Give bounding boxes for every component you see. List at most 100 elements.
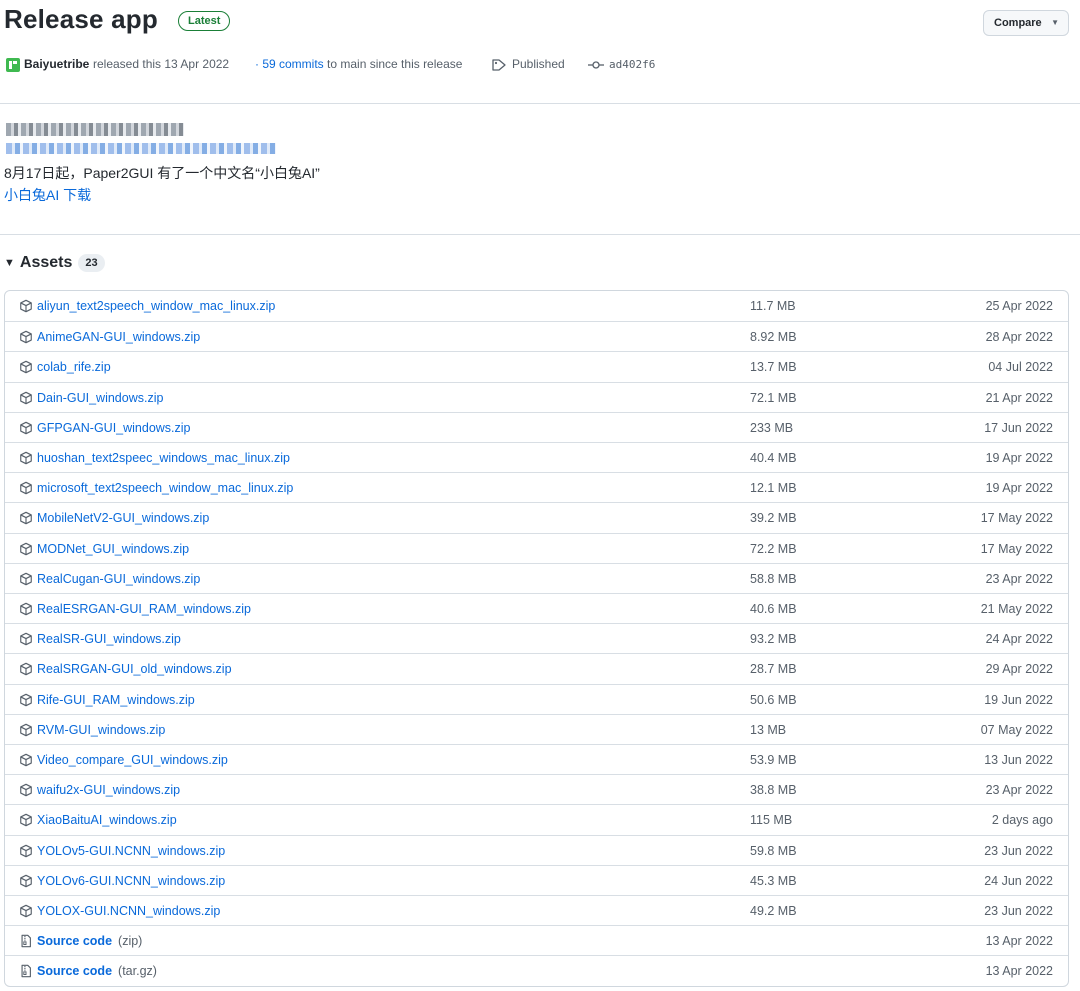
asset-date: 21 Apr 2022	[985, 390, 1053, 405]
package-icon	[20, 542, 32, 555]
compare-button[interactable]: Compare ▼	[983, 10, 1069, 36]
asset-link[interactable]: YOLOX-GUI.NCNN_windows.zip	[37, 904, 220, 918]
asset-date: 24 Jun 2022	[984, 873, 1053, 888]
asset-link[interactable]: colab_rife.zip	[37, 360, 111, 374]
asset-link[interactable]: huoshan_text2speec_windows_mac_linux.zip	[37, 451, 290, 465]
asset-row: Source code (zip) 13 Apr 2022	[5, 925, 1068, 955]
asset-size: 39.2 MB	[750, 511, 797, 526]
asset-size: 11.7 MB	[750, 299, 796, 313]
file-zip-icon	[21, 965, 31, 978]
asset-row: YOLOv5-GUI.NCNN_windows.zip 59.8 MB 23 Jun…	[5, 834, 1068, 865]
asset-date: 13 Apr 2022	[985, 964, 1053, 979]
asset-link[interactable]: Rife-GUI_RAM_windows.zip	[37, 693, 195, 707]
asset-format: (zip)	[118, 934, 143, 949]
asset-link[interactable]: GFPGAN-GUI_windows.zip	[37, 421, 191, 435]
package-icon	[20, 421, 32, 435]
package-icon	[20, 512, 32, 525]
asset-link[interactable]: RealESRGAN-GUI_RAM_windows.zip	[37, 602, 251, 616]
asset-size: 58.8 MB	[750, 571, 797, 586]
asset-date: 13 Jun 2022	[984, 753, 1053, 767]
asset-row: GFPGAN-GUI_windows.zip 233 MB 17 Jun 2022	[5, 411, 1068, 442]
asset-date: 19 Apr 2022	[985, 451, 1053, 465]
asset-row: RealSR-GUI_windows.zip 93.2 MB 24 Apr 2022	[5, 623, 1068, 653]
asset-size: 53.9 MB	[750, 753, 797, 767]
asset-date: 17 May 2022	[980, 541, 1053, 556]
asset-link[interactable]: Source code (zip)	[37, 934, 142, 948]
tag-icon	[492, 59, 506, 71]
package-icon	[20, 481, 32, 495]
asset-size: 45.3 MB	[750, 873, 797, 888]
asset-link[interactable]: microsoft_text2speech_window_mac_linux.z…	[37, 481, 293, 495]
asset-date: 21 May 2022	[980, 602, 1053, 616]
asset-row: RVM-GUI_windows.zip 13 MB 07 May 2022	[5, 713, 1068, 744]
asset-link[interactable]: AnimeGAN-GUI_windows.zip	[37, 330, 200, 344]
asset-link[interactable]: Video_compare_GUI_windows.zip	[37, 753, 228, 767]
asset-size: 38.8 MB	[750, 783, 797, 798]
asset-link[interactable]: YOLOv6-GUI.NCNN_windows.zip	[37, 874, 225, 888]
asset-row: colab_rife.zip 13.7 MB 04 Jul 2022	[5, 351, 1068, 381]
package-icon	[20, 451, 32, 465]
commits-link[interactable]: · 59 commits	[255, 57, 324, 71]
asset-link[interactable]: RealSR-GUI_windows.zip	[37, 632, 181, 646]
package-icon	[20, 299, 32, 313]
asset-row: microsoft_text2speech_window_mac_linux.z…	[5, 472, 1068, 502]
asset-row: MobileNetV2-GUI_windows.zip 39.2 MB 17 May…	[5, 502, 1068, 532]
asset-link[interactable]: Source code (tar.gz)	[37, 964, 157, 978]
asset-link[interactable]: waifu2x-GUI_windows.zip	[37, 783, 180, 797]
asset-row: Dain-GUI_windows.zip 72.1 MB 21 Apr 2022	[5, 381, 1068, 412]
chevron-down-icon: ▼	[1051, 18, 1059, 27]
asset-row: RealSRGAN-GUI_old_windows.zip 28.7 MB 29 A…	[5, 653, 1068, 683]
asset-date: 17 May 2022	[980, 511, 1053, 526]
asset-size: 233 MB	[750, 420, 794, 435]
asset-row: waifu2x-GUI_windows.zip 38.8 MB 23 Apr 202…	[5, 774, 1068, 804]
asset-date: 19 Jun 2022	[984, 692, 1053, 707]
assets-toggle[interactable]: ▼ Assets 23	[4, 254, 105, 273]
blurred-link	[6, 143, 276, 154]
asset-row: Video_compare_GUI_windows.zip 53.9 MB 13 J…	[5, 744, 1068, 774]
asset-size: 115 MB	[750, 813, 793, 828]
asset-date: 23 Apr 2022	[985, 783, 1053, 798]
avatar[interactable]	[6, 58, 20, 72]
asset-link[interactable]: MODNet_GUI_windows.zip	[37, 542, 189, 556]
asset-date: 19 Apr 2022	[985, 481, 1053, 496]
asset-link[interactable]: MobileNetV2-GUI_windows.zip	[37, 511, 209, 525]
asset-size: 72.2 MB	[750, 541, 797, 556]
released-text: released this 13 Apr 2022	[93, 57, 230, 71]
commit-sha-link[interactable]: ad402f6	[609, 58, 655, 71]
package-icon	[20, 753, 32, 767]
asset-link[interactable]: aliyun_text2speech_window_mac_linux.zip	[37, 299, 275, 313]
asset-row: AnimeGAN-GUI_windows.zip 8.92 MB 28 Apr 20…	[5, 321, 1068, 351]
release-header: Release app Latest Compare ▼ Baiyuetribe…	[0, 0, 1080, 95]
commits-suffix: to main since this release	[323, 57, 463, 71]
commits-info: · 59 commits to main since this release	[255, 57, 462, 71]
asset-size: 50.6 MB	[750, 692, 797, 707]
author-link[interactable]: Baiyuetribe	[24, 57, 89, 71]
asset-link[interactable]: RVM-GUI_windows.zip	[37, 723, 165, 737]
asset-size: 13 MB	[750, 722, 787, 737]
asset-link[interactable]: Dain-GUI_windows.zip	[37, 391, 163, 405]
divider	[0, 234, 1080, 235]
asset-row: aliyun_text2speech_window_mac_linux.zip 1…	[5, 291, 1068, 321]
asset-link[interactable]: RealCugan-GUI_windows.zip	[37, 572, 200, 586]
asset-date: 24 Apr 2022	[985, 632, 1053, 647]
package-icon	[20, 330, 32, 344]
asset-row: YOLOX-GUI.NCNN_windows.zip 49.2 MB 23 Jun …	[5, 895, 1068, 925]
asset-row: Rife-GUI_RAM_windows.zip 50.6 MB 19 Jun 20…	[5, 683, 1068, 714]
asset-date: 13 Apr 2022	[985, 934, 1053, 949]
compare-label: Compare	[994, 17, 1042, 29]
release-note-text: 8月17日起，Paper2GUI 有了一个中文名“小白兔AI”	[4, 165, 320, 181]
download-link[interactable]: 小白兔AI 下载	[4, 185, 91, 205]
package-icon	[20, 783, 32, 797]
package-icon	[20, 693, 32, 706]
blurred-text	[6, 123, 184, 136]
package-icon	[20, 723, 32, 737]
divider	[0, 103, 1080, 104]
asset-link[interactable]: XiaoBaituAI_windows.zip	[37, 813, 177, 827]
asset-link[interactable]: RealSRGAN-GUI_old_windows.zip	[37, 662, 232, 676]
asset-date: 23 Apr 2022	[985, 571, 1053, 586]
asset-row: MODNet_GUI_windows.zip 72.2 MB 17 May 2022	[5, 532, 1068, 563]
asset-format: (tar.gz)	[118, 964, 157, 979]
asset-size: 93.2 MB	[750, 632, 797, 647]
package-icon	[20, 572, 32, 586]
asset-link[interactable]: YOLOv5-GUI.NCNN_windows.zip	[37, 844, 225, 858]
